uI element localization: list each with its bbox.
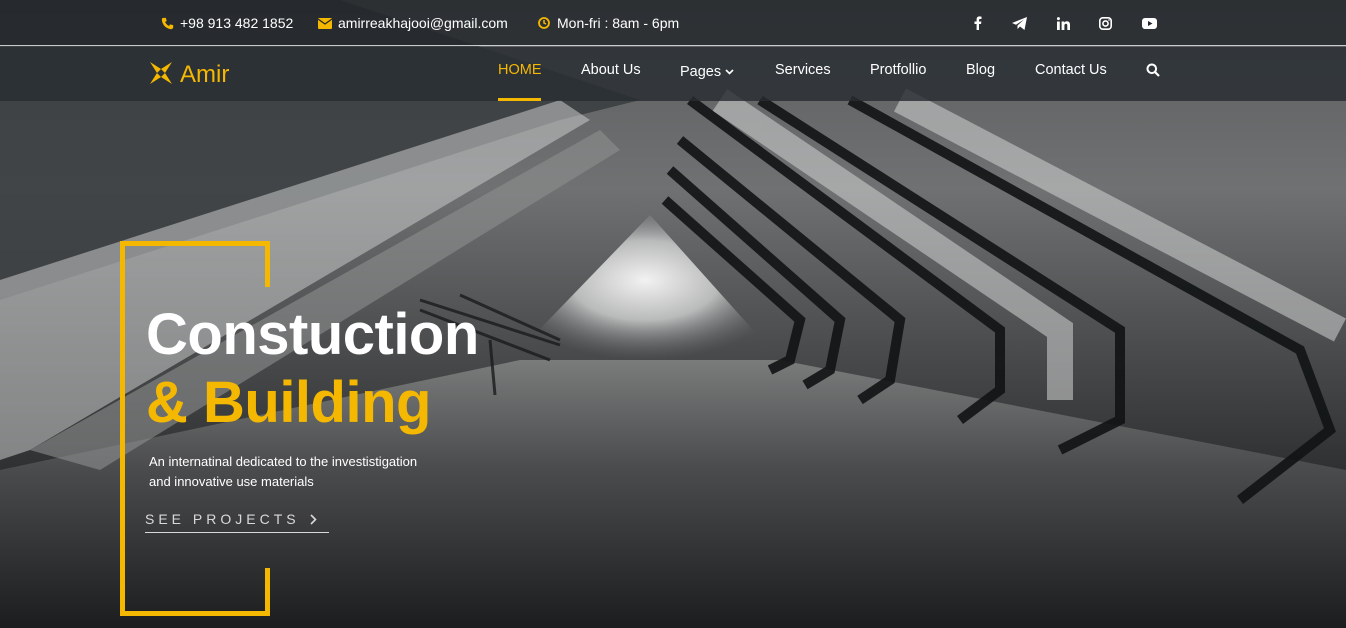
chevron-down-icon bbox=[725, 69, 734, 75]
nav-item-home[interactable]: HOME bbox=[498, 62, 542, 82]
nav-item-about-us[interactable]: About Us bbox=[581, 62, 641, 82]
nav-item-blog[interactable]: Blog bbox=[966, 62, 995, 82]
nav-item-contact-us[interactable]: Contact Us bbox=[1035, 62, 1107, 82]
facebook-icon[interactable] bbox=[969, 14, 987, 32]
phone-number: +98 913 482 1852 bbox=[180, 15, 294, 31]
phone-contact[interactable]: +98 913 482 1852 bbox=[160, 14, 293, 32]
business-hours: Mon-fri : 8am - 6pm bbox=[537, 14, 679, 32]
hero-title-line1: Constuction bbox=[146, 302, 479, 367]
top-bar: +98 913 482 1852 amirreakhajooi@gmail.co… bbox=[0, 0, 1346, 46]
frame-bottom-bar bbox=[120, 611, 270, 616]
email-contact[interactable]: amirreakhajooi@gmail.com bbox=[318, 14, 508, 32]
main-navbar: Amir HOME About Us Pages Services Protfo… bbox=[0, 47, 1346, 101]
nav-item-portfolio[interactable]: Protfollio bbox=[870, 62, 926, 82]
hero-description-line2: and innovative use materials bbox=[149, 474, 314, 489]
chevron-right-icon bbox=[310, 511, 317, 528]
frame-left-bar bbox=[120, 241, 125, 616]
nav-item-services[interactable]: Services bbox=[775, 62, 831, 82]
see-projects-button[interactable]: SEE PROJECTS bbox=[145, 511, 329, 533]
frame-top-bar bbox=[120, 241, 270, 246]
telegram-icon[interactable] bbox=[1010, 14, 1028, 32]
clock-icon bbox=[537, 16, 551, 30]
frame-right-bottom-bar bbox=[265, 568, 270, 616]
nav-item-pages[interactable]: Pages bbox=[680, 62, 734, 82]
linkedin-icon[interactable] bbox=[1054, 14, 1072, 32]
hours-text: Mon-fri : 8am - 6pm bbox=[557, 15, 680, 31]
search-icon[interactable] bbox=[1146, 63, 1160, 83]
hero-description: An internatinal dedicated to the investi… bbox=[149, 452, 469, 492]
hero-description-line1: An internatinal dedicated to the investi… bbox=[149, 454, 418, 469]
envelope-icon bbox=[318, 16, 332, 30]
brand-name: Amir bbox=[180, 61, 230, 88]
nav-item-pages-label: Pages bbox=[680, 64, 722, 80]
hero-title-line2: & Building bbox=[146, 370, 431, 435]
active-nav-indicator bbox=[498, 98, 541, 101]
phone-icon bbox=[160, 16, 174, 30]
logo-mark-icon bbox=[148, 60, 174, 91]
see-projects-label: SEE PROJECTS bbox=[145, 511, 300, 527]
instagram-icon[interactable] bbox=[1096, 14, 1114, 32]
youtube-icon[interactable] bbox=[1140, 14, 1158, 32]
brand-logo[interactable]: Amir bbox=[148, 61, 229, 89]
email-address: amirreakhajooi@gmail.com bbox=[338, 15, 508, 31]
frame-right-top-bar bbox=[265, 241, 270, 287]
